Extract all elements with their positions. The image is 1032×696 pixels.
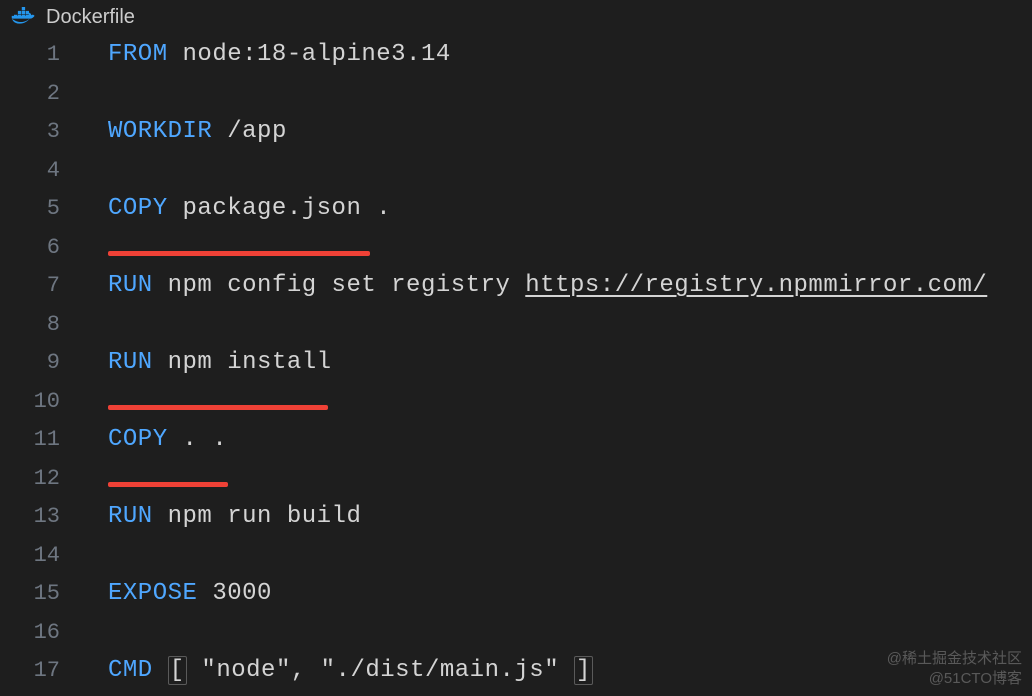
line-number: 14	[0, 537, 88, 576]
code-content[interactable]: COPY package.json .	[88, 190, 1032, 229]
line-number: 16	[0, 614, 88, 653]
watermark-line-1: @稀土掘金技术社区	[887, 647, 1022, 668]
annotation-underline	[108, 251, 370, 256]
code-line[interactable]: 6	[0, 229, 1032, 268]
code-line[interactable]: 14	[0, 537, 1032, 576]
code-line[interactable]: 4	[0, 152, 1032, 191]
line-number: 13	[0, 498, 88, 537]
line-number: 1	[0, 36, 88, 75]
code-content[interactable]: RUN npm install	[88, 344, 1032, 383]
watermark-line-2: @51CTO博客	[929, 667, 1022, 688]
code-line[interactable]: 16	[0, 614, 1032, 653]
code-line[interactable]: 3WORKDIR /app	[0, 113, 1032, 152]
url: https://registry.npmmirror.com/	[525, 272, 987, 299]
line-number: 17	[0, 652, 88, 691]
line-number: 2	[0, 75, 88, 114]
code-content[interactable]: FROM node:18-alpine3.14	[88, 36, 1032, 75]
tab-filename: Dockerfile	[46, 6, 135, 29]
line-number: 3	[0, 113, 88, 152]
code-line[interactable]: 1FROM node:18-alpine3.14	[0, 36, 1032, 75]
annotation-underline	[108, 405, 328, 410]
line-number: 12	[0, 460, 88, 499]
line-number: 8	[0, 306, 88, 345]
code-line[interactable]: 8	[0, 306, 1032, 345]
code-line[interactable]: 17CMD [ "node", "./dist/main.js" ]	[0, 652, 1032, 691]
docker-icon	[10, 7, 38, 27]
code-line[interactable]: 15EXPOSE 3000	[0, 575, 1032, 614]
code-content[interactable]: RUN npm run build	[88, 498, 1032, 537]
editor-tab[interactable]: Dockerfile	[0, 0, 1032, 32]
line-number: 5	[0, 190, 88, 229]
code-line[interactable]: 5COPY package.json .	[0, 190, 1032, 229]
line-number: 7	[0, 267, 88, 306]
line-number: 15	[0, 575, 88, 614]
line-number: 6	[0, 229, 88, 268]
code-line[interactable]: 13RUN npm run build	[0, 498, 1032, 537]
code-line[interactable]: 2	[0, 75, 1032, 114]
line-number: 10	[0, 383, 88, 422]
code-content[interactable]: COPY . .	[88, 421, 1032, 460]
line-number: 9	[0, 344, 88, 383]
code-content[interactable]: EXPOSE 3000	[88, 575, 1032, 614]
annotation-underline	[108, 482, 228, 487]
line-number: 11	[0, 421, 88, 460]
code-editor[interactable]: 1FROM node:18-alpine3.1423WORKDIR /app45…	[0, 32, 1032, 691]
code-line[interactable]: 11COPY . .	[0, 421, 1032, 460]
code-line[interactable]: 12	[0, 460, 1032, 499]
line-number: 4	[0, 152, 88, 191]
code-line[interactable]: 7RUN npm config set registry https://reg…	[0, 267, 1032, 306]
code-content[interactable]: WORKDIR /app	[88, 113, 1032, 152]
code-line[interactable]: 9RUN npm install	[0, 344, 1032, 383]
code-content[interactable]: RUN npm config set registry https://regi…	[88, 267, 1032, 306]
code-line[interactable]: 10	[0, 383, 1032, 422]
